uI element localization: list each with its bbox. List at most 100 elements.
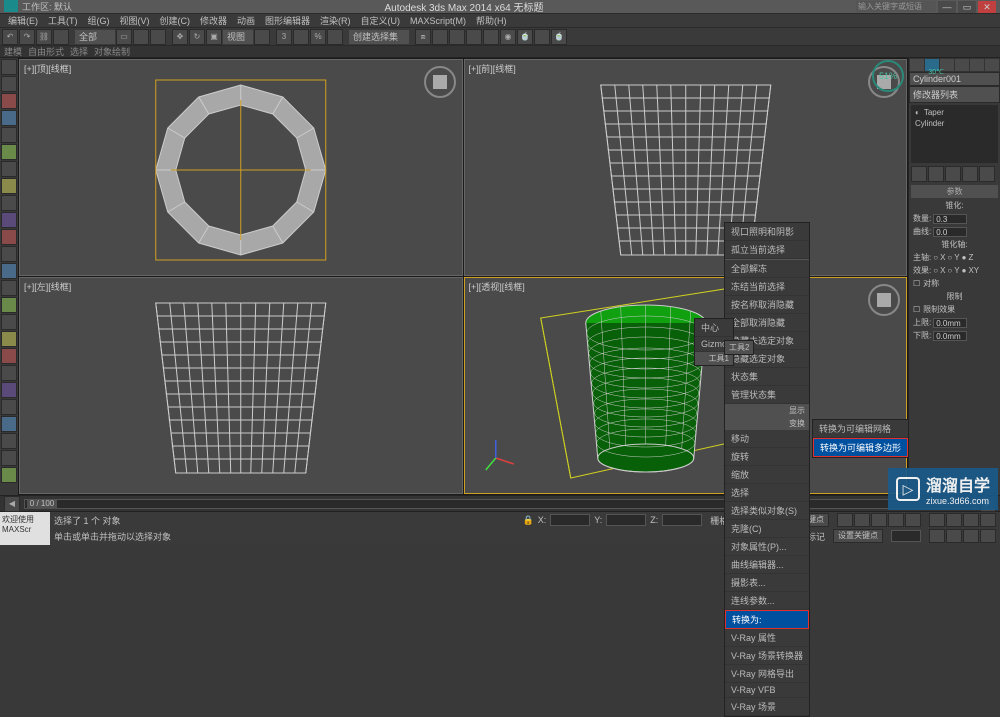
amount-spinner[interactable]: 0.3 — [933, 214, 967, 224]
effect-xy-radio[interactable]: ● — [962, 266, 967, 275]
ref-coord-dropdown[interactable]: 视图 — [223, 30, 253, 44]
cm-convert-poly[interactable]: 转换为可编辑多边形 — [813, 438, 908, 457]
setkey-button[interactable]: 设置关键点 — [833, 529, 883, 543]
cm-vray-mesh[interactable]: V-Ray 网格导出 — [725, 665, 809, 683]
viewport-front[interactable]: [+][前][线框] — [464, 59, 908, 276]
tab-utilities-icon[interactable] — [985, 59, 999, 71]
lower-spinner[interactable]: 0.0mm — [933, 331, 967, 341]
lt-tool-8[interactable] — [1, 178, 17, 194]
spinner-snap-button[interactable] — [327, 29, 343, 45]
axis-x-radio[interactable]: ○ — [933, 253, 938, 262]
render-frame-button[interactable] — [534, 29, 550, 45]
minimize-button[interactable]: — — [938, 1, 956, 13]
cm-vray-convert[interactable]: V-Ray 场景转换器 — [725, 647, 809, 665]
time-slider[interactable]: 0 / 100 — [24, 499, 976, 509]
nav-region-button[interactable] — [980, 529, 996, 543]
cm-obj-props[interactable]: 对象属性(P)... — [725, 538, 809, 556]
curve-editor-button[interactable] — [466, 29, 482, 45]
select-name-button[interactable] — [133, 29, 149, 45]
menu-maxscript[interactable]: MAXScript(M) — [406, 16, 470, 26]
menu-custom[interactable]: 自定义(U) — [357, 14, 405, 27]
lt-tool-1[interactable] — [1, 59, 17, 75]
cm-viewport-lighting[interactable]: 视口照明和阴影 — [725, 223, 809, 241]
menu-graph[interactable]: 图形编辑器 — [261, 14, 314, 27]
cm-select-similar[interactable]: 选择类似对象(S) — [725, 502, 809, 520]
selection-filter[interactable]: 全部 — [75, 30, 115, 44]
cm-clone[interactable]: 克隆(C) — [725, 520, 809, 538]
lt-tool-21[interactable] — [1, 399, 17, 415]
cm-curve-editor[interactable]: 曲线编辑器... — [725, 556, 809, 574]
play-next-button[interactable] — [888, 513, 904, 527]
cm-isolate[interactable]: 孤立当前选择 — [725, 241, 809, 259]
timeline-prev-icon[interactable]: ◀ — [4, 496, 20, 512]
tab-modeling[interactable]: 建模 — [4, 45, 22, 58]
viewport-front-label[interactable]: [+][前][线框] — [469, 62, 516, 75]
viewport-top[interactable]: [+][顶][线框] — [19, 59, 463, 276]
object-name-field[interactable]: Cylinder001 — [909, 72, 1000, 86]
lt-tool-9[interactable] — [1, 195, 17, 211]
cm-wire-params[interactable]: 连线参数... — [725, 592, 809, 610]
lock-icon[interactable]: 🔒 — [522, 515, 533, 526]
coord-z-input[interactable] — [662, 514, 702, 526]
align-button[interactable] — [432, 29, 448, 45]
lt-tool-23[interactable] — [1, 433, 17, 449]
play-prev-button[interactable] — [854, 513, 870, 527]
cm-unhide-all[interactable]: 全部取消隐藏 — [725, 314, 809, 332]
cm-select[interactable]: 选择 — [725, 484, 809, 502]
effect-x-radio[interactable]: ○ — [933, 266, 938, 275]
material-editor-button[interactable]: ◉ — [500, 29, 516, 45]
play-end-button[interactable] — [905, 513, 921, 527]
cm-convert-to[interactable]: 转换为: — [725, 610, 809, 629]
angle-snap-button[interactable] — [293, 29, 309, 45]
lt-tool-3[interactable] — [1, 93, 17, 109]
viewport-persp-label[interactable]: [+][透视][线框] — [469, 280, 525, 293]
tab-motion-icon[interactable] — [955, 59, 969, 71]
named-selection[interactable]: 创建选择集 — [349, 30, 409, 44]
unlink-button[interactable] — [53, 29, 69, 45]
lt-tool-2[interactable] — [1, 76, 17, 92]
nav-pan-button[interactable] — [980, 513, 996, 527]
viewport-left[interactable]: [+][左][线框] — [19, 277, 463, 494]
stack-remove-button[interactable] — [962, 166, 978, 182]
workspace-label[interactable]: 工作区: 默认 — [22, 0, 72, 13]
lt-tool-5[interactable] — [1, 127, 17, 143]
tab-paint[interactable]: 对象绘制 — [94, 45, 130, 58]
tab-selection[interactable]: 选择 — [70, 45, 88, 58]
menu-tools[interactable]: 工具(T) — [44, 14, 82, 27]
link-button[interactable]: ⛓ — [36, 29, 52, 45]
symmetric-checkbox[interactable]: ☐ — [913, 279, 920, 288]
lt-tool-13[interactable] — [1, 263, 17, 279]
stack-unique-button[interactable] — [945, 166, 961, 182]
select-button[interactable]: ▭ — [116, 29, 132, 45]
stack-item-taper[interactable]: ◐Taper — [913, 107, 996, 118]
lt-tool-14[interactable] — [1, 280, 17, 296]
viewport-top-label[interactable]: [+][顶][线框] — [24, 62, 71, 75]
viewport-left-label[interactable]: [+][左][线框] — [24, 280, 71, 293]
menu-animation[interactable]: 动画 — [233, 14, 259, 27]
axis-z-radio[interactable]: ● — [962, 253, 967, 262]
menu-view[interactable]: 视图(V) — [116, 14, 154, 27]
menu-help[interactable]: 帮助(H) — [472, 14, 511, 27]
schematic-button[interactable] — [483, 29, 499, 45]
lt-tool-18[interactable] — [1, 348, 17, 364]
nav-fov-button[interactable] — [963, 513, 979, 527]
cm-vray-scene[interactable]: V-Ray 场景 — [725, 698, 809, 716]
scale-button[interactable]: ▣ — [206, 29, 222, 45]
nav-zoom-button[interactable] — [929, 513, 945, 527]
maxscript-listener[interactable]: 欢迎使用MAXScr — [0, 512, 50, 545]
menu-render[interactable]: 渲染(R) — [316, 14, 355, 27]
nav-orbit-button[interactable] — [929, 529, 945, 543]
upper-spinner[interactable]: 0.0mm — [933, 318, 967, 328]
cm-unfreeze-all[interactable]: 全部解冻 — [725, 260, 809, 278]
nav-extents-button[interactable] — [963, 529, 979, 543]
coord-x-input[interactable] — [550, 514, 590, 526]
stack-item-cylinder[interactable]: Cylinder — [913, 118, 996, 129]
cm-dope-sheet[interactable]: 摄影表... — [725, 574, 809, 592]
cm-unhide-name[interactable]: 按名称取消隐藏 — [725, 296, 809, 314]
render-button[interactable]: 🍵 — [551, 29, 567, 45]
cm-manage-state[interactable]: 管理状态集 — [725, 386, 809, 404]
snap-button[interactable]: 3 — [276, 29, 292, 45]
redo-button[interactable]: ↷ — [19, 29, 35, 45]
lt-tool-7[interactable] — [1, 161, 17, 177]
render-setup-button[interactable]: 🍵 — [517, 29, 533, 45]
